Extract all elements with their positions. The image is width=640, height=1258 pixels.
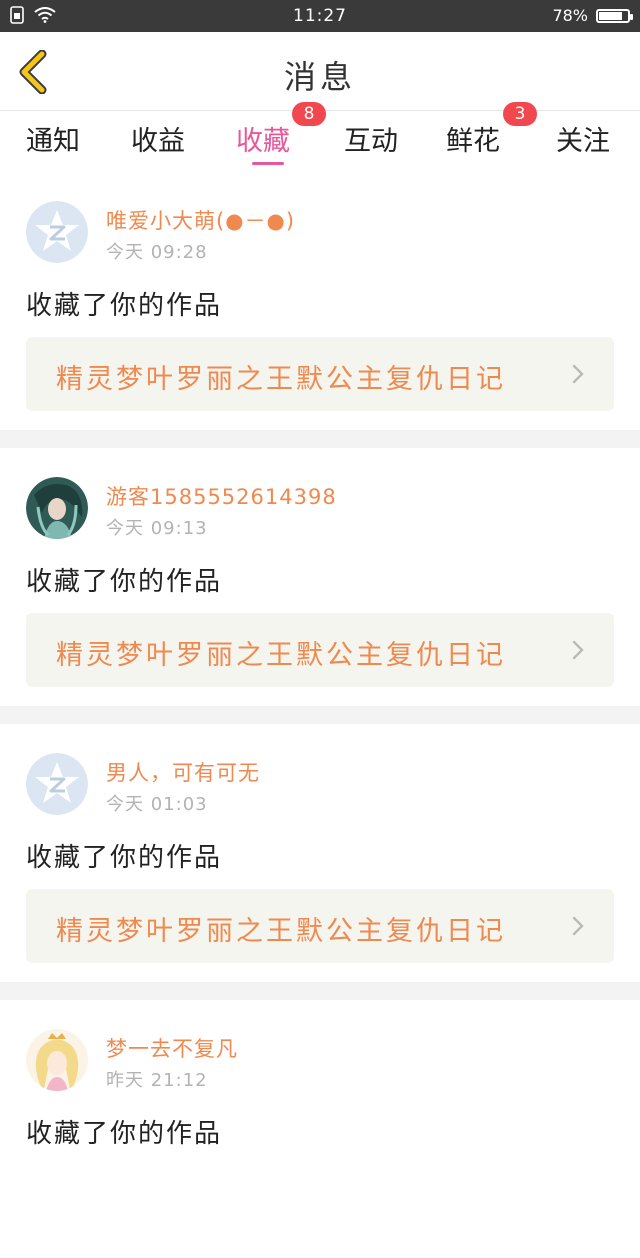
- avatar[interactable]: [26, 201, 88, 263]
- username[interactable]: 男人，可有可无: [106, 757, 260, 787]
- action-text: 收藏了你的作品: [26, 567, 223, 597]
- timestamp: 昨天 21:12: [106, 1070, 208, 1091]
- battery-icon: [596, 8, 633, 23]
- divider: [0, 430, 640, 448]
- work-link[interactable]: 精灵梦叶罗丽之王默公主复仇日记: [26, 889, 614, 963]
- princess-avatar-icon: [26, 1029, 88, 1091]
- avatar[interactable]: [26, 477, 88, 539]
- tab-favorites[interactable]: 收藏: [236, 119, 290, 158]
- status-bar: 11:27 78%: [0, 0, 640, 32]
- action-text: 收藏了你的作品: [26, 843, 223, 873]
- username[interactable]: 游客15855526143​98: [106, 481, 337, 511]
- tab-earnings[interactable]: 收益: [131, 119, 185, 158]
- avatar[interactable]: [26, 1029, 88, 1091]
- work-link[interactable]: 精灵梦叶罗丽之王默公主复仇日记: [26, 337, 614, 411]
- tab-following[interactable]: 关注: [556, 119, 610, 158]
- tab-flowers[interactable]: 鲜花: [446, 119, 500, 158]
- tab-bar: 通知 收益 收藏 互动 鲜花 关注 8 3: [0, 102, 640, 171]
- message-list: 唯爱小大萌(●－●) 今天 09:28 收藏了你的作品 精灵梦叶罗丽之王默公主复…: [0, 172, 640, 1258]
- timestamp: 今天 09:28: [106, 242, 208, 263]
- flowers-badge: 3: [503, 102, 537, 126]
- tab-notifications[interactable]: 通知: [26, 119, 80, 158]
- work-title: 精灵梦叶罗丽之王默公主复仇日记: [56, 640, 506, 671]
- tab-interaction[interactable]: 互动: [344, 119, 398, 158]
- message-item[interactable]: 唯爱小大萌(●－●) 今天 09:28 收藏了你的作品 精灵梦叶罗丽之王默公主复…: [0, 172, 640, 430]
- active-tab-indicator: [252, 162, 284, 165]
- favorites-badge: 8: [292, 102, 326, 126]
- default-avatar-icon: [26, 201, 88, 263]
- avatar[interactable]: [26, 753, 88, 815]
- chevron-right-icon: [572, 640, 584, 660]
- chevron-right-icon: [572, 364, 584, 384]
- chevron-right-icon: [572, 916, 584, 936]
- status-icons-right: 78%: [552, 6, 633, 25]
- action-text: 收藏了你的作品: [26, 1119, 223, 1149]
- action-text: 收藏了你的作品: [26, 291, 223, 321]
- divider: [0, 982, 640, 1000]
- work-title: 精灵梦叶罗丽之王默公主复仇日记: [56, 364, 506, 395]
- username[interactable]: 唯爱小大萌(●－●): [106, 205, 295, 235]
- work-link[interactable]: 精灵梦叶罗丽之王默公主复仇日记: [26, 613, 614, 687]
- timestamp: 今天 09:13: [106, 518, 208, 539]
- message-item[interactable]: 梦一去不复凡 昨天 21:12 收藏了你的作品: [0, 1000, 640, 1258]
- username[interactable]: 梦一去不复凡: [106, 1033, 238, 1063]
- status-time: 11:27: [293, 6, 347, 26]
- message-item[interactable]: 男人，可有可无 今天 01:03 收藏了你的作品 精灵梦叶罗丽之王默公主复仇日记: [0, 724, 640, 982]
- message-item[interactable]: 游客15855526143​98 今天 09:13 收藏了你的作品 精灵梦叶罗丽…: [0, 448, 640, 706]
- character-avatar-icon: [26, 477, 88, 539]
- default-avatar-icon: [26, 753, 88, 815]
- divider: [0, 706, 640, 724]
- timestamp: 今天 01:03: [106, 794, 208, 815]
- page-title: 消息: [283, 58, 356, 96]
- title-bar: 消息: [0, 32, 640, 111]
- work-title: 精灵梦叶罗丽之王默公主复仇日记: [56, 916, 506, 947]
- battery-percent: 78%: [552, 6, 588, 25]
